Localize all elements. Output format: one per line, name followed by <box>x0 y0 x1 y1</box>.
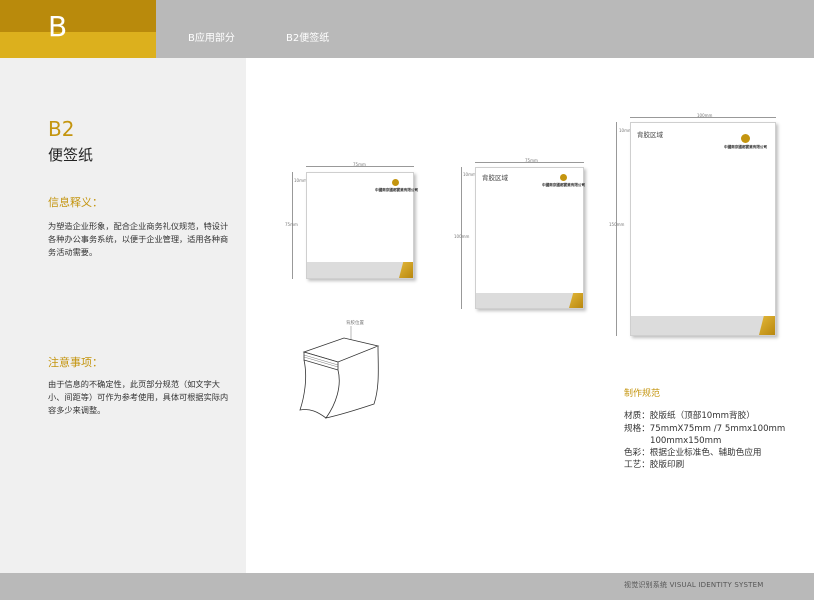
brand-block-top <box>0 0 156 32</box>
small-pad-height-label: 75mm <box>285 222 298 227</box>
large-pad-height-label: 150mm <box>609 222 625 227</box>
sketch-left-edge <box>299 359 327 419</box>
company-name: 中國南京國都實業有限公司 <box>724 145 768 149</box>
large-pad-height-line <box>616 122 617 336</box>
specs-heading: 制作规范 <box>624 389 661 399</box>
spec-size: 规格：75mmX75mm /7 5mmx100mm <box>624 424 786 434</box>
spec-process: 工艺：胶版印刷 <box>624 460 685 470</box>
small-pad-width-label: 75mm <box>353 162 366 167</box>
footer-bar: 视觉识别系统 VISUAL IDENTITY SYSTEM <box>0 573 814 600</box>
brand-block-bottom <box>0 32 156 58</box>
pad-bottom-band <box>631 316 775 335</box>
spec-material: 材质：胶版纸（顶部10mm背胶） <box>624 411 755 421</box>
pad-stack-sketch <box>299 326 380 419</box>
glue-area-label: 背胶区域 <box>637 131 663 139</box>
glue-area-label: 背胶区域 <box>482 174 508 182</box>
large-pad-width-label: 100mm <box>697 113 713 118</box>
notice-text: 由于信息的不确定性，此页部分规范（如文字大小、间距等）可作为参考使用，具体可根据… <box>48 379 229 416</box>
nav-item-notepad[interactable]: B2便签纸 <box>286 32 329 46</box>
company-logo-icon <box>741 134 750 143</box>
page-title: 便签纸 <box>48 146 94 164</box>
medium-pad-height-label: 100mm <box>454 234 470 239</box>
small-pad-top-label: 10mm <box>294 178 307 183</box>
spec-size-cont: 100mmx150mm <box>650 436 722 446</box>
medium-pad-top-label: 10mm <box>463 172 476 177</box>
large-notepad: 背胶区域 中國南京國都實業有限公司 <box>630 122 776 336</box>
pad-bottom-band <box>476 293 583 308</box>
info-heading: 信息释义： <box>48 196 103 209</box>
medium-pad-width-label: 75mm <box>525 158 538 163</box>
company-name: 中國南京國都實業有限公司 <box>375 188 419 192</box>
nav-item-application[interactable]: B应用部分 <box>188 32 235 46</box>
section-letter: B <box>48 10 68 43</box>
left-panel <box>0 58 246 573</box>
spec-color: 色彩：根据企业标准色、辅助色应用 <box>624 448 762 458</box>
section-code: B2 <box>48 117 75 141</box>
notice-heading: 注意事项： <box>48 356 103 369</box>
section-brand-block: B <box>0 0 156 58</box>
small-notepad: 中國南京國都實業有限公司 <box>306 172 418 279</box>
footer-text: 视觉识别系统 VISUAL IDENTITY SYSTEM <box>624 581 764 589</box>
pad-bottom-band <box>307 262 413 278</box>
info-text: 为塑造企业形象，配合企业商务礼仪规范，特设计各种办公事务系统，以便于企业管理，适… <box>48 221 229 258</box>
medium-notepad: 背胶区域 中國南京國都實業有限公司 <box>475 167 586 309</box>
company-logo-icon <box>392 179 399 186</box>
company-logo-icon <box>560 174 567 181</box>
company-name: 中國南京國都實業有限公司 <box>542 183 586 187</box>
